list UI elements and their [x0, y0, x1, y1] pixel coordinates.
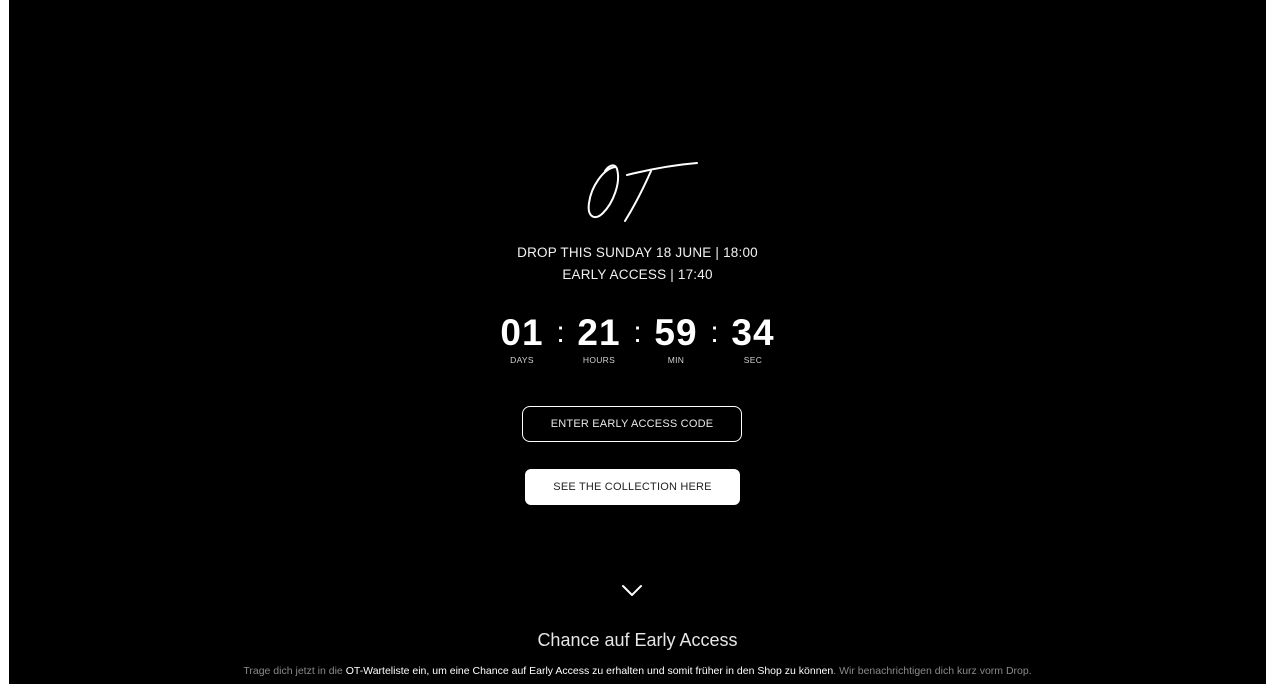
early-access-description: Trage dich jetzt in die OT-Warteliste ei…	[9, 665, 1266, 677]
see-collection-label: SEE THE COLLECTION HERE	[553, 481, 712, 493]
countdown-min-label: MIN	[667, 355, 685, 365]
countdown-sec: 34 SEC	[724, 312, 782, 365]
chevron-down-icon[interactable]	[621, 584, 643, 598]
enter-early-access-code-button[interactable]: ENTER EARLY ACCESS CODE	[522, 406, 742, 442]
countdown-hours-label: HOURS	[582, 355, 616, 365]
waitlist-highlight-text: OT-Warteliste ein, um eine Chance auf Ea…	[345, 665, 834, 677]
countdown-days-label: DAYS	[510, 355, 534, 365]
countdown-days-value: 01	[500, 312, 544, 353]
ot-logo-icon	[587, 162, 698, 222]
countdown-hours: 21 HOURS	[570, 312, 628, 365]
early-access-time-text: EARLY ACCESS | 17:40	[562, 267, 713, 282]
description-text-before: Trage dich jetzt in die	[243, 665, 346, 677]
description-text-after: . Wir benachrichtigen dich kurz vorm Dro…	[833, 665, 1032, 677]
countdown-separator: :	[710, 316, 719, 349]
countdown-sec-value: 34	[731, 312, 775, 353]
enter-early-access-code-label: ENTER EARLY ACCESS CODE	[550, 418, 714, 430]
countdown-separator: :	[556, 316, 565, 349]
countdown-timer: 01 DAYS : 21 HOURS : 59 MIN : 34 SEC	[9, 312, 1266, 365]
countdown-separator: :	[633, 316, 642, 349]
countdown-min: 59 MIN	[647, 312, 705, 365]
page-frame: DROP THIS SUNDAY 18 JUNE | 18:00 EARLY A…	[9, 0, 1266, 684]
drop-date-text: DROP THIS SUNDAY 18 JUNE | 18:00	[517, 245, 758, 260]
countdown-min-value: 59	[654, 312, 698, 353]
countdown-days: 01 DAYS	[493, 312, 551, 365]
early-access-section-title: Chance auf Early Access	[537, 630, 738, 650]
countdown-sec-label: SEC	[743, 355, 763, 365]
see-collection-button[interactable]: SEE THE COLLECTION HERE	[525, 469, 740, 505]
countdown-hours-value: 21	[577, 312, 621, 353]
